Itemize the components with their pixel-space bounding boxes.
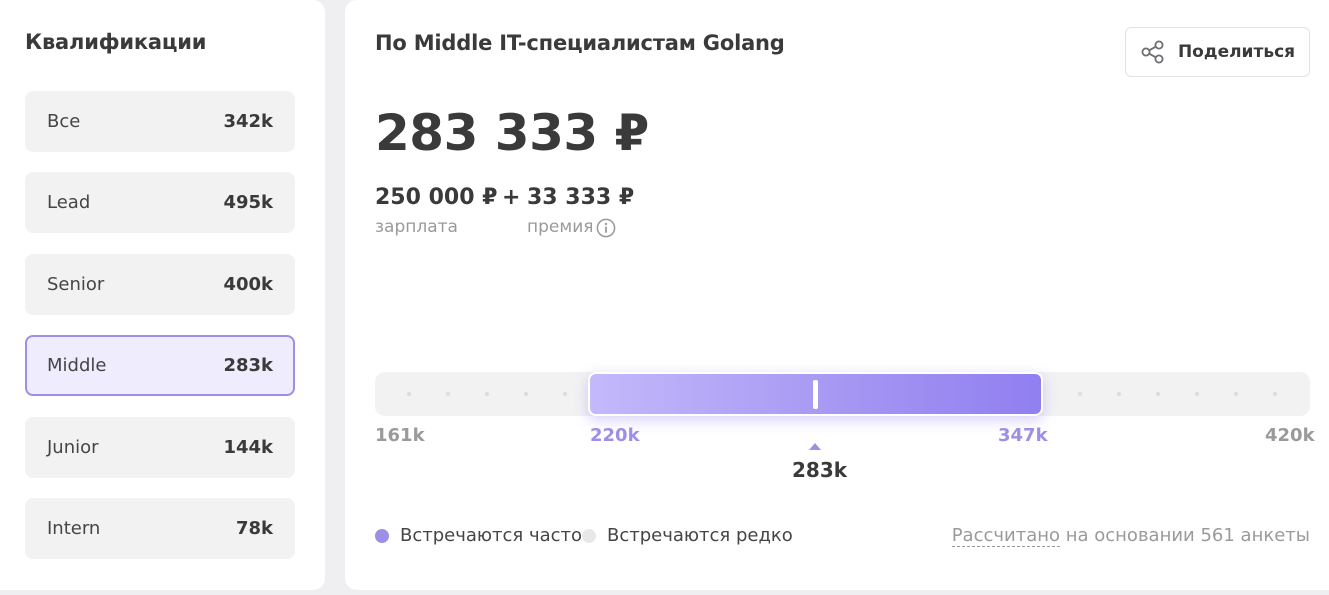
- qualification-count: 342k: [223, 111, 273, 132]
- salary-value: 250 000 ₽: [375, 185, 498, 210]
- info-icon[interactable]: [596, 218, 616, 238]
- qualification-name: Все: [47, 111, 81, 132]
- salary-panel: По Middle IT-специалистам Golang Поделит…: [345, 0, 1329, 590]
- legend-rare-label: Встречаются редко: [607, 525, 793, 546]
- calculation-source-text: на основании 561 анкеты: [1060, 525, 1310, 546]
- calculation-info-link[interactable]: Рассчитано: [951, 525, 1061, 547]
- qualification-item-lead[interactable]: Lead 495k: [25, 172, 295, 233]
- total-salary: 283 333 ₽: [375, 104, 649, 162]
- qualification-item-all[interactable]: Все 342k: [25, 91, 295, 152]
- track-dot: [1234, 392, 1238, 396]
- track-dot: [446, 392, 450, 396]
- qualification-item-middle[interactable]: Middle 283k: [25, 335, 295, 396]
- calculation-footnote: Рассчитано на основании 561 анкеты: [951, 525, 1310, 547]
- median-value-label: 283k: [792, 458, 848, 482]
- qualification-count: 495k: [223, 192, 273, 213]
- bonus-value: 33 333 ₽: [527, 185, 635, 210]
- track-dot: [1117, 392, 1121, 396]
- page-title: По Middle IT-специалистам Golang: [375, 31, 785, 55]
- range-high-label: 347k: [998, 425, 1048, 446]
- qualification-item-intern[interactable]: Intern 78k: [25, 498, 295, 559]
- track-dot: [1273, 392, 1277, 396]
- salary-label: зарплата: [375, 217, 458, 237]
- range-min-label: 161k: [375, 425, 425, 446]
- range-low-label: 220k: [590, 425, 640, 446]
- qualifications-title: Квалификации: [25, 30, 207, 54]
- qualification-count: 283k: [223, 355, 273, 376]
- range-max-label: 420k: [1265, 425, 1315, 446]
- qualification-item-junior[interactable]: Junior 144k: [25, 417, 295, 478]
- median-marker: [813, 380, 818, 409]
- share-label: Поделиться: [1177, 42, 1296, 62]
- qualification-count: 78k: [235, 518, 273, 539]
- qualification-name: Senior: [47, 274, 105, 295]
- share-icon: [1141, 40, 1164, 64]
- qualification-name: Junior: [47, 437, 99, 458]
- median-pointer-icon: [809, 443, 821, 450]
- track-dot: [1156, 392, 1160, 396]
- legend-frequent-dot: [375, 529, 389, 543]
- share-button[interactable]: Поделиться: [1125, 27, 1310, 77]
- qualification-count: 400k: [223, 274, 273, 295]
- bonus-label: премия: [527, 217, 594, 237]
- qualification-name: Intern: [47, 518, 101, 539]
- qualifications-panel: Квалификации Все 342k Lead 495k Senior 4…: [0, 0, 325, 590]
- track-dot: [524, 392, 528, 396]
- legend-rare-dot: [582, 529, 596, 543]
- track-dot: [563, 392, 567, 396]
- legend-frequent-label: Встречаются часто: [400, 525, 583, 546]
- plus-sign: +: [502, 185, 521, 210]
- track-dot: [1078, 392, 1082, 396]
- qualification-name: Lead: [47, 192, 91, 213]
- qualification-count: 144k: [223, 437, 273, 458]
- track-dot: [485, 392, 489, 396]
- track-dot: [407, 392, 411, 396]
- qualification-item-senior[interactable]: Senior 400k: [25, 254, 295, 315]
- qualification-name: Middle: [47, 355, 107, 376]
- track-dot: [1195, 392, 1199, 396]
